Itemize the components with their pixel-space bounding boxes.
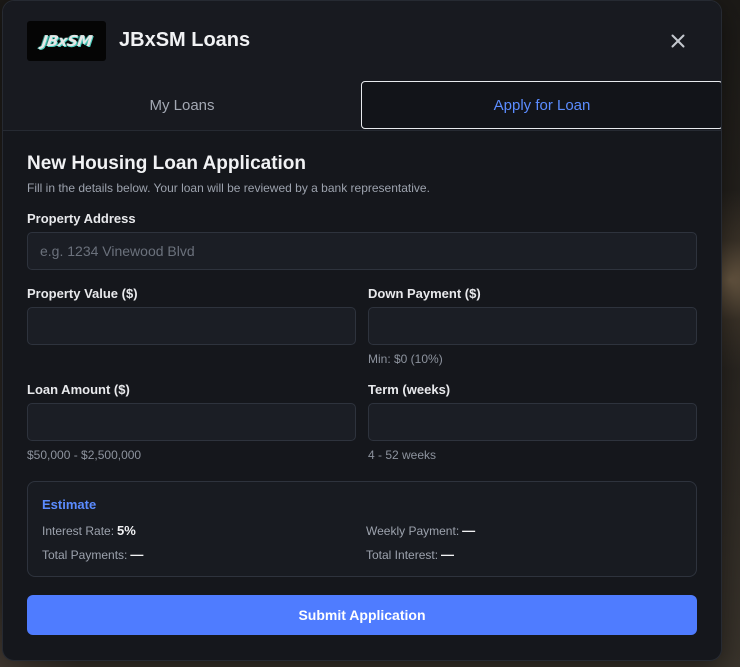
form-title: New Housing Loan Application <box>27 153 307 174</box>
property-address-input[interactable] <box>27 232 697 270</box>
loan-amount-hint: $50,000 - $2,500,000 <box>27 448 142 462</box>
total-payments-value: — <box>130 547 144 562</box>
app-title: JBxSM Loans <box>119 29 251 51</box>
tab-my-loans[interactable]: My Loans <box>3 81 361 129</box>
total-interest-row: Total Interest: — <box>366 547 454 562</box>
down-payment-hint: Min: $0 (10%) <box>368 352 443 366</box>
property-value-label: Property Value ($) <box>27 286 138 301</box>
logo-text: JBxSM <box>40 32 93 50</box>
total-interest-label: Total Interest: <box>366 548 439 562</box>
app-logo: JBxSM <box>27 21 106 61</box>
weekly-payment-label: Weekly Payment: <box>366 524 460 538</box>
interest-rate-value: 5% <box>117 523 136 538</box>
term-label: Term (weeks) <box>368 382 451 397</box>
estimate-panel: Estimate Interest Rate: 5% Weekly Payment… <box>27 481 697 577</box>
weekly-payment-row: Weekly Payment: — <box>366 523 475 538</box>
loan-amount-input[interactable] <box>27 403 356 441</box>
total-payments-label: Total Payments: <box>42 548 128 562</box>
loans-modal: JBxSM JBxSM Loans My Loans Apply for Loa… <box>2 0 722 661</box>
property-address-label: Property Address <box>27 211 136 226</box>
form-subtitle: Fill in the details below. Your loan wil… <box>27 181 430 195</box>
close-button[interactable] <box>663 26 693 56</box>
property-value-input[interactable] <box>27 307 356 345</box>
close-icon <box>671 34 685 48</box>
term-hint: 4 - 52 weeks <box>368 448 437 462</box>
tab-bar: My Loans Apply for Loan <box>3 81 721 131</box>
down-payment-input[interactable] <box>368 307 697 345</box>
weekly-payment-value: — <box>462 523 476 538</box>
total-interest-value: — <box>441 547 455 562</box>
term-input[interactable] <box>368 403 697 441</box>
interest-rate-label: Interest Rate: <box>42 524 115 538</box>
interest-rate-row: Interest Rate: 5% <box>42 523 136 538</box>
loan-amount-label: Loan Amount ($) <box>27 382 130 397</box>
estimate-title: Estimate <box>42 497 97 512</box>
modal-header: JBxSM JBxSM Loans <box>3 1 721 82</box>
total-payments-row: Total Payments: — <box>42 547 143 562</box>
tab-apply-for-loan[interactable]: Apply for Loan <box>361 81 721 129</box>
down-payment-label: Down Payment ($) <box>368 286 481 301</box>
submit-application-button[interactable]: Submit Application <box>27 595 697 635</box>
